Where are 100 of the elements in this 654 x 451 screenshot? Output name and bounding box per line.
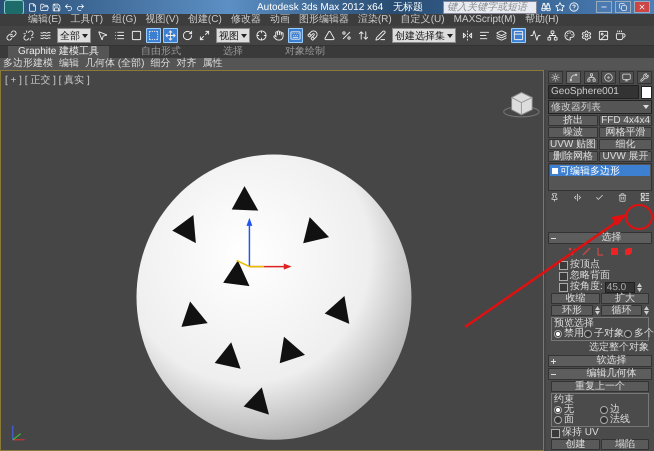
radio-button[interactable] [554,416,562,424]
radio-button[interactable] [554,330,562,338]
dashed-square-button[interactable] [146,28,161,43]
panel-button[interactable] [511,28,526,43]
modifier-button[interactable]: 挤出 [548,115,598,126]
shrink-grow-button[interactable]: 收缩 [551,293,600,304]
restore-button[interactable] [615,1,631,13]
curve-button[interactable] [528,28,543,43]
checkbox[interactable] [551,428,560,438]
pen-button[interactable] [373,28,388,43]
monitor-tab[interactable] [619,71,634,84]
check-icon[interactable] [595,192,604,202]
view-cube[interactable] [503,92,540,118]
radio-button[interactable] [584,330,592,338]
mirror-button[interactable] [460,28,475,43]
rollout-header[interactable]: 选择 [548,232,652,244]
spinner-icon[interactable] [644,306,649,315]
geometry-button[interactable]: 塌陷 [600,439,649,450]
menu-item[interactable]: 渲染(R) [358,14,392,26]
repeat-last-button[interactable]: 重复上一个 [551,381,649,392]
file-icon[interactable] [28,2,37,12]
modifier-button[interactable]: UVW 贴图 [548,139,598,150]
close-button[interactable] [634,1,650,13]
save-icon[interactable] [52,2,61,12]
modifier-list-dropdown[interactable]: 修改器列表 [548,100,652,114]
stack-item[interactable]: 可编辑多边形 [550,165,650,176]
menu-item[interactable]: 工具(T) [70,14,104,26]
menu-item[interactable]: 组(G) [112,14,137,26]
ribbon-tab[interactable]: 选择 [213,46,254,58]
modifier-button[interactable]: FFD 4x4x4 [599,115,652,126]
rollout-header[interactable]: 编辑几何体 [548,368,652,380]
radio-button[interactable] [600,416,608,424]
help-icon[interactable] [569,2,580,12]
bar-icon[interactable] [572,192,582,202]
ribbon-panel-tab[interactable]: 细分 [150,58,170,70]
image-button[interactable] [596,28,611,43]
ribbon-tab[interactable]: 自由形式 [131,46,192,58]
wrench-tab[interactable] [636,71,652,84]
modifier-button[interactable]: 噪波 [548,127,598,138]
rotate-button[interactable] [180,28,195,43]
modifier-button[interactable]: UVW 展开 [599,151,652,162]
loop-ring-button[interactable]: 环形 [551,305,592,316]
menu-item[interactable]: MAXScript(M) [454,14,516,26]
disc-tab[interactable] [601,71,616,84]
list-icon[interactable] [640,192,650,202]
folder-icon[interactable] [40,2,49,12]
layers-button[interactable] [494,28,509,43]
sun-tab[interactable] [548,71,563,84]
curve-tab[interactable] [566,71,581,84]
menu-item[interactable]: 视图(V) [146,14,179,26]
menu-item[interactable]: 动画 [270,14,290,26]
menu-item[interactable]: 自定义(U) [400,14,445,26]
square-button[interactable] [129,28,144,43]
menu-item[interactable]: 编辑(E) [28,14,62,26]
modifier-button[interactable]: 删除网格 [548,151,598,162]
scale-button[interactable] [197,28,212,43]
ribbon-panel-tab[interactable]: 对齐 [176,58,196,70]
network-button[interactable] [545,28,560,43]
hierarchy-tab[interactable] [584,71,599,84]
magnet-button[interactable] [305,28,320,43]
star-icon[interactable] [555,2,566,12]
dropdown[interactable]: 视图 [216,28,250,43]
checkbox[interactable] [559,282,568,292]
keyboard-button[interactable] [288,28,303,43]
app-logo[interactable] [4,0,24,14]
pin-icon[interactable] [550,192,559,202]
radio-button[interactable] [554,406,562,414]
ribbon-tab[interactable]: 对象绘制 [275,46,336,58]
menu-item[interactable]: 图形编辑器 [298,14,349,26]
menu-item[interactable]: 修改器 [230,14,261,26]
radio-button[interactable] [624,330,632,338]
viewport[interactable]: [ + ] [ 正交 ] [ 真实 ] [0,70,544,451]
rollout-header[interactable]: 软选择 [548,355,652,367]
menu-item[interactable]: 帮助(H) [524,14,559,26]
shrink-grow-button[interactable]: 扩大 [600,293,649,304]
palette-button[interactable] [562,28,577,43]
ribbon-panel-tab[interactable]: 几何体 (全部) [85,58,144,70]
crosshair-button[interactable] [254,28,269,43]
ribbon-panel-tab[interactable]: 编辑 [59,58,79,70]
redo-icon[interactable] [76,2,85,12]
settings-button[interactable] [579,28,594,43]
loop-ring-button[interactable]: 循环 [600,305,642,316]
move-button[interactable] [163,28,178,43]
unlink-button[interactable] [21,28,36,43]
cup-button[interactable] [613,28,628,43]
transform-gizmo[interactable] [236,218,292,270]
sphere-drawing[interactable] [136,154,412,440]
dropdown[interactable]: 全部 [57,28,91,43]
angle-field[interactable]: 45.0 [604,282,635,292]
binoculars-icon[interactable] [541,2,552,12]
modifier-stack[interactable]: 可编辑多边形 [548,163,652,191]
modifier-button[interactable]: 网格平滑 [599,127,652,138]
geometry-button[interactable]: 创建 [551,439,600,450]
color-swatch[interactable] [641,86,652,98]
modifier-button[interactable]: 细化 [599,139,652,150]
ribbon-panel-tab[interactable]: 属性 [202,58,222,70]
checkbox[interactable] [559,272,568,280]
checkbox[interactable] [559,260,568,270]
triangle-button[interactable] [322,28,337,43]
minimize-button[interactable] [596,1,612,13]
